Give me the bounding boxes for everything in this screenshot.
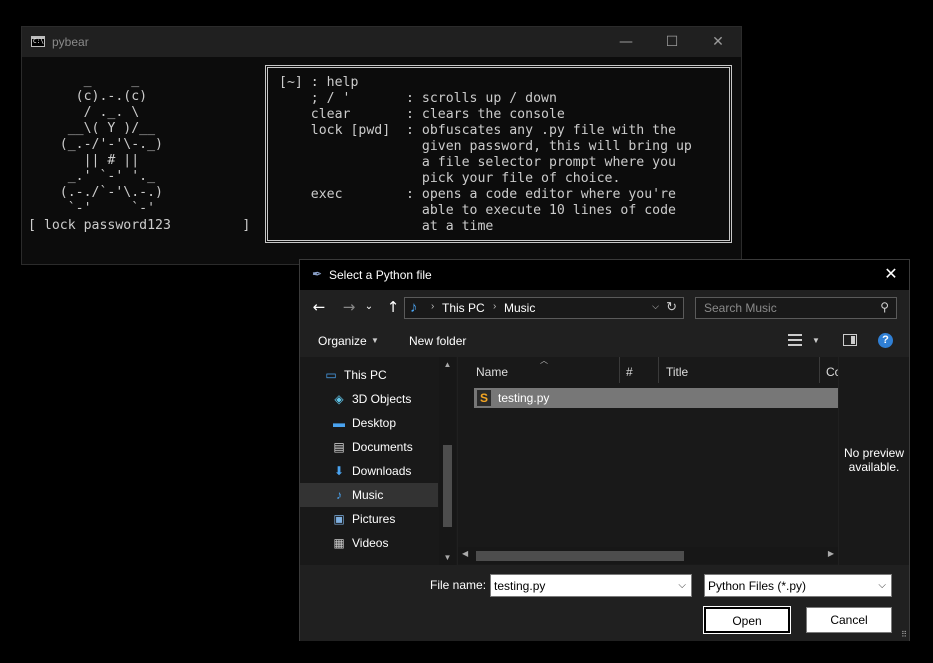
feather-icon: ✒	[312, 267, 323, 281]
file-dialog: ✒ Select a Python file ✕ ← → ⌄ ↑ ♪ › Thi…	[299, 259, 910, 641]
sidebar-item-label: Videos	[352, 536, 389, 550]
address-bar[interactable]: ♪ › This PC › Music ⌵ ↻	[404, 297, 684, 319]
view-options-icon[interactable]	[788, 334, 802, 346]
dialog-close-button[interactable]: ✕	[879, 264, 903, 286]
file-type-select[interactable]: Python Files (*.py) ⌵	[704, 574, 892, 597]
file-type-value: Python Files (*.py)	[708, 579, 807, 593]
chevron-down-icon[interactable]: ⌵	[878, 580, 886, 591]
up-button[interactable]: ↑	[383, 297, 403, 317]
sidebar-item-label: Pictures	[352, 512, 396, 526]
file-name-label: File name:	[430, 578, 487, 592]
music-icon: ♪	[336, 488, 342, 502]
console-window: pybear — ☐ ✕ _ _ (c).-.(c) / ._. \ __\( …	[21, 26, 742, 265]
console-app-icon	[31, 36, 45, 47]
open-button[interactable]: Open	[704, 607, 790, 633]
file-name-field[interactable]: testing.py ⌵	[490, 574, 692, 597]
videos-icon: ▦	[333, 536, 345, 550]
navigation-pane: ▭ This PC ◈ 3D Objects ▬ Desktop ▤ Docum…	[300, 357, 457, 565]
sidebar-item-3d-objects[interactable]: ◈ 3D Objects	[300, 387, 438, 411]
column-header-label: Co	[826, 365, 838, 379]
refresh-icon[interactable]: ↻	[666, 299, 677, 315]
sidebar-item-label: Documents	[352, 440, 413, 454]
file-row[interactable]: S testing.py	[474, 388, 838, 408]
sidebar-item-downloads[interactable]: ⬇ Downloads	[300, 459, 438, 483]
dialog-footer: File name: testing.py ⌵ Python Files (*.…	[300, 565, 909, 641]
sidebar-item-music[interactable]: ♪ Music	[300, 483, 438, 507]
scroll-down-icon[interactable]: ▼	[439, 553, 456, 562]
column-header-label: Name	[476, 365, 509, 379]
breadcrumb-music[interactable]: Music	[504, 301, 535, 315]
recent-locations-button[interactable]: ⌄	[363, 297, 375, 317]
command-bar: Organize ▼ New folder ▼ ?	[300, 326, 909, 356]
file-list-horizontal-scrollbar[interactable]: ◀ ▶	[458, 547, 838, 564]
sidebar-item-label: Downloads	[352, 464, 412, 478]
scroll-left-icon[interactable]: ◀	[462, 549, 468, 558]
organize-button[interactable]: Organize	[318, 334, 367, 348]
file-name: testing.py	[498, 391, 550, 405]
breadcrumb-separator: ›	[493, 301, 497, 312]
chevron-down-icon: ▼	[371, 336, 379, 345]
search-placeholder: Search Music	[704, 301, 777, 315]
new-folder-button[interactable]: New folder	[409, 334, 466, 348]
search-icon: ⚲	[880, 300, 889, 314]
help-box: [~] : help ; / ' : scrolls up / down cle…	[265, 65, 732, 243]
sidebar-item-documents[interactable]: ▤ Documents	[300, 435, 438, 459]
search-input[interactable]: Search Music ⚲	[695, 297, 897, 319]
resize-grip-icon[interactable]: ⠿	[901, 630, 907, 639]
column-header-name[interactable]: Name	[458, 357, 619, 383]
column-header-number[interactable]: #	[620, 357, 658, 383]
no-preview-text: No preview available.	[843, 446, 905, 474]
column-header-contributing-artists[interactable]: Co	[820, 357, 838, 383]
dialog-titlebar: ✒ Select a Python file ✕	[300, 260, 909, 290]
column-header-title[interactable]: Title	[659, 357, 819, 383]
3d-objects-icon: ◈	[334, 392, 344, 406]
sidebar-item-label: Music	[352, 488, 384, 502]
preview-pane: No preview available.	[839, 357, 909, 565]
sidebar-item-pictures[interactable]: ▣ Pictures	[300, 507, 438, 531]
help-icon[interactable]: ?	[878, 333, 893, 348]
preview-pane-icon[interactable]	[843, 334, 857, 346]
sidebar-item-label: Desktop	[352, 416, 397, 430]
address-dropdown-icon[interactable]: ⌵	[652, 301, 659, 312]
navigation-pane-scrollbar[interactable]: ▲ ▼	[439, 357, 456, 565]
breadcrumb-this-pc[interactable]: This PC	[442, 301, 485, 315]
close-button[interactable]: ✕	[695, 27, 741, 57]
bear-ascii-art: _ _ (c).-.(c) / ._. \ __\( Y )/__ (_.-/'…	[59, 73, 163, 216]
help-text: [~] : help ; / ' : scrolls up / down cle…	[279, 75, 692, 234]
maximize-button[interactable]: ☐	[649, 27, 695, 57]
sidebar-item-this-pc[interactable]: ▭ This PC	[300, 363, 438, 387]
scroll-up-icon[interactable]: ▲	[439, 360, 456, 369]
chevron-down-icon[interactable]: ▼	[812, 336, 820, 345]
this-pc-icon: ▭	[325, 368, 337, 382]
music-note-icon: ♪	[410, 299, 418, 316]
file-list: ︿ Name # Title Co S testing.py ◀ ▶	[458, 357, 838, 565]
console-titlebar: pybear — ☐ ✕	[22, 27, 741, 57]
navigation-bar: ← → ⌄ ↑ ♪ › This PC › Music ⌵ ↻ Search M…	[300, 290, 909, 324]
desktop-icon: ▬	[333, 416, 345, 430]
documents-icon: ▤	[333, 440, 345, 454]
breadcrumb-separator: ›	[431, 301, 435, 312]
chevron-down-icon[interactable]: ⌵	[678, 580, 686, 591]
command-prompt[interactable]: [ lock password123 ]	[28, 218, 250, 234]
minimize-button[interactable]: —	[603, 27, 649, 57]
downloads-icon: ⬇	[333, 464, 345, 478]
forward-button[interactable]: →	[339, 297, 359, 317]
scrollbar-thumb[interactable]	[443, 445, 452, 527]
sidebar-item-label: This PC	[344, 368, 387, 382]
pictures-icon: ▣	[333, 512, 345, 526]
sidebar-item-videos[interactable]: ▦ Videos	[300, 531, 438, 555]
sidebar-item-label: 3D Objects	[352, 392, 412, 406]
dialog-title: Select a Python file	[329, 268, 432, 282]
python-file-icon: S	[477, 390, 491, 406]
cancel-button[interactable]: Cancel	[806, 607, 892, 633]
console-title: pybear	[52, 35, 89, 49]
file-name-value: testing.py	[494, 579, 546, 593]
sidebar-item-desktop[interactable]: ▬ Desktop	[300, 411, 438, 435]
scroll-right-icon[interactable]: ▶	[828, 549, 834, 558]
column-header-label: Title	[666, 365, 689, 379]
scrollbar-thumb[interactable]	[476, 551, 684, 561]
column-header-label: #	[626, 365, 633, 379]
back-button[interactable]: ←	[309, 297, 329, 317]
